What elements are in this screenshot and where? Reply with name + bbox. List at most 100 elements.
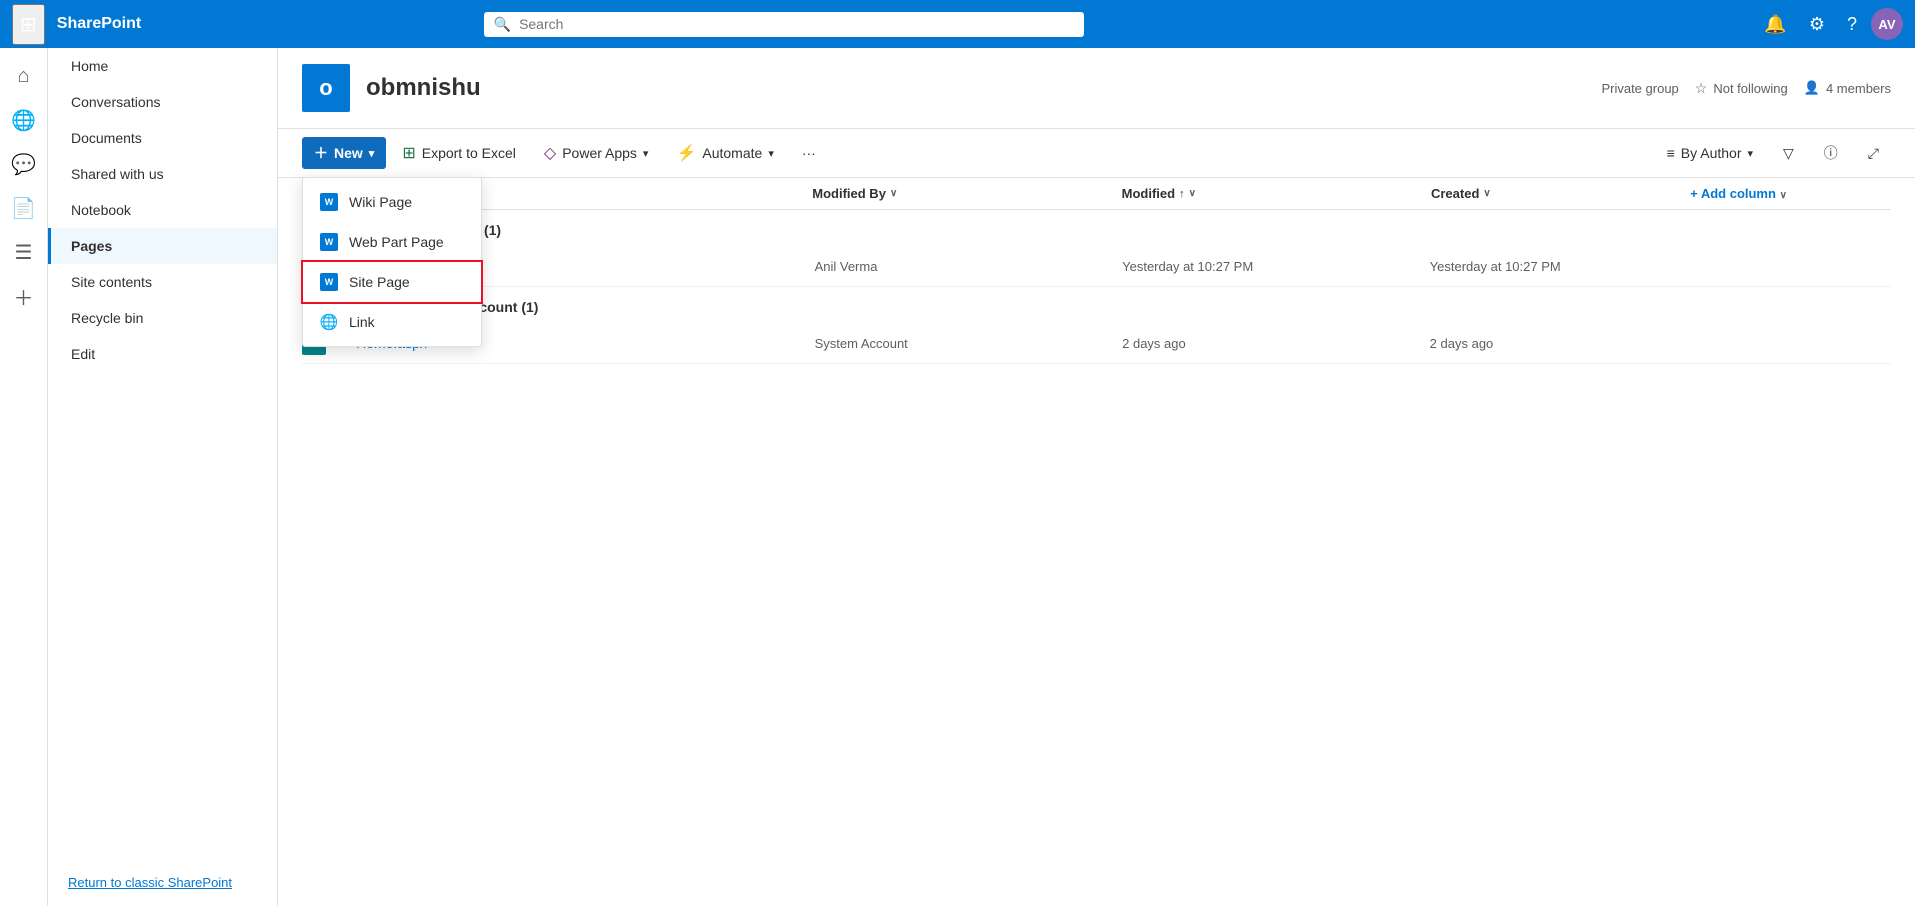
dropdown-item-link[interactable]: 🌐 Link — [303, 302, 481, 342]
sidebar-item-documents[interactable]: Documents — [48, 120, 277, 156]
search-input[interactable] — [519, 16, 1074, 32]
following-button[interactable]: ☆ Not following — [1695, 80, 1788, 97]
new-button-label: New — [334, 145, 363, 161]
list-header: Name Modified By ∨ Modified ↑ ∨ Created … — [302, 178, 1891, 210]
settings-button[interactable]: ⚙ — [1801, 8, 1833, 41]
wiki-page-icon: W — [319, 232, 339, 252]
modified-by-cell: Anil Verma — [815, 259, 1123, 274]
sidebar-item-edit[interactable]: Edit — [48, 336, 277, 372]
sidebar-item-pages[interactable]: Pages — [48, 228, 277, 264]
site-title: obmnishu — [366, 74, 481, 102]
dropdown-item-label: Site Page — [349, 274, 410, 290]
filter-icon: ▽ — [1783, 145, 1794, 162]
dropdown-item-label: Wiki Page — [349, 194, 412, 210]
avatar[interactable]: AV — [1871, 8, 1903, 40]
add-column-button[interactable]: + Add column ∨ — [1690, 186, 1891, 201]
sidebar-item-recycle-bin[interactable]: Recycle bin — [48, 300, 277, 336]
by-author-label: By Author — [1681, 145, 1742, 161]
return-classic-link[interactable]: Return to classic SharePoint — [48, 859, 277, 906]
site-header-meta: Private group ☆ Not following 👤 4 member… — [1601, 80, 1891, 97]
following-label: Not following — [1713, 81, 1787, 96]
excel-icon: ⊞ — [402, 143, 415, 163]
sidebar-item-shared-with-us[interactable]: Shared with us — [48, 156, 277, 192]
notifications-button[interactable]: 🔔 — [1756, 8, 1794, 41]
table-row: S ↗ OBM.aspx Anil Verma Yesterday at 10:… — [302, 246, 1891, 287]
members-label[interactable]: 👤 4 members — [1804, 80, 1891, 96]
automate-icon: ⚡ — [676, 143, 696, 163]
sidebar-item-notebook[interactable]: Notebook — [48, 192, 277, 228]
list-nav-icon[interactable]: ☰ — [4, 232, 44, 272]
doc-nav-icon[interactable]: 📄 — [4, 188, 44, 228]
automate-chevron-icon: ▾ — [768, 147, 774, 160]
plus-icon: ＋ — [314, 143, 328, 163]
modified-by-chevron-icon: ∨ — [890, 188, 897, 199]
sidebar-item-site-contents[interactable]: Site contents — [48, 264, 277, 300]
header-modified-by[interactable]: Modified By ∨ — [812, 186, 1113, 201]
list-area: Name Modified By ∨ Modified ↑ ∨ Created … — [278, 178, 1915, 364]
modified-by-cell: System Account — [815, 336, 1123, 351]
search-icon: 🔍 — [494, 16, 511, 33]
dropdown-item-web-part-page[interactable]: W Web Part Page — [303, 222, 481, 262]
topbar: ⊞ SharePoint 🔍 🔔 ⚙ ? AV — [0, 0, 1915, 48]
powerapps-chevron-icon: ▾ — [643, 147, 649, 160]
members-count: 4 members — [1826, 81, 1891, 96]
app-logo: SharePoint — [57, 15, 141, 33]
export-excel-button[interactable]: ⊞ Export to Excel — [390, 137, 528, 169]
modified-cell: 2 days ago — [1122, 336, 1430, 351]
waffle-button[interactable]: ⊞ — [12, 4, 45, 45]
group-header-0[interactable]: ▼Created By : Anil Verma (1) — [302, 210, 1891, 246]
add-nav-icon[interactable]: ＋ — [4, 276, 44, 316]
dropdown-item-site-page[interactable]: WSite Page — [303, 262, 481, 302]
toolbar: ＋ New ▾ ⊞ Export to Excel ◇ Power Apps ▾… — [278, 129, 1915, 178]
created-chevron-icon: ∨ — [1483, 188, 1490, 199]
sidebar-item-home[interactable]: Home — [48, 48, 277, 84]
filter-button[interactable]: ▽ — [1771, 139, 1806, 168]
info-button[interactable]: ⓘ — [1812, 137, 1850, 169]
star-icon: ☆ — [1695, 80, 1708, 97]
chat-nav-icon[interactable]: 💬 — [4, 144, 44, 184]
powerapps-icon: ◇ — [544, 143, 556, 163]
expand-button[interactable]: ⤢ — [1856, 139, 1891, 168]
search-box: 🔍 — [484, 12, 1084, 37]
new-button[interactable]: ＋ New ▾ — [302, 137, 386, 169]
add-column-label: + Add column — [1690, 186, 1776, 201]
more-button[interactable]: ··· — [790, 139, 828, 167]
globe-link-icon: 🌐 — [319, 312, 339, 332]
export-label: Export to Excel — [422, 145, 516, 161]
site-logo: o — [302, 64, 350, 112]
members-icon: 👤 — [1804, 80, 1820, 96]
group-header-1[interactable]: ▼Created By : System Account (1) — [302, 287, 1891, 323]
info-icon: ⓘ — [1824, 143, 1838, 163]
home-nav-icon[interactable]: ⌂ — [4, 56, 44, 96]
modified-sort-icon: ↑ — [1179, 188, 1185, 200]
modified-chevron-icon: ∨ — [1189, 188, 1196, 199]
header-modified[interactable]: Modified ↑ ∨ — [1122, 186, 1423, 201]
table-row: S ↗ Home.aspx System Account 2 days ago … — [302, 323, 1891, 364]
dropdown-item-wiki-page[interactable]: W Wiki Page — [303, 182, 481, 222]
by-author-chevron-icon: ▾ — [1747, 147, 1753, 160]
wiki-page-icon: W — [319, 192, 339, 212]
filter-lines-icon: ≡ — [1667, 145, 1675, 161]
main-content: o obmnishu Private group ☆ Not following… — [278, 48, 1915, 906]
header-created[interactable]: Created ∨ — [1431, 186, 1682, 201]
left-icon-nav: ⌂ 🌐 💬 📄 ☰ ＋ — [0, 48, 48, 906]
groups-container: ▼Created By : Anil Verma (1) S ↗ OBM.asp… — [302, 210, 1891, 364]
new-chevron-icon: ▾ — [369, 147, 375, 160]
powerapps-label: Power Apps — [562, 145, 637, 161]
by-author-button[interactable]: ≡ By Author ▾ — [1655, 139, 1765, 167]
topbar-actions: 🔔 ⚙ ? AV — [1756, 8, 1903, 41]
help-button[interactable]: ? — [1839, 8, 1865, 41]
dropdown-item-label: Link — [349, 314, 375, 330]
private-group-label: Private group — [1601, 81, 1678, 96]
automate-button[interactable]: ⚡ Automate ▾ — [664, 137, 785, 169]
created-cell: Yesterday at 10:27 PM — [1430, 259, 1686, 274]
created-cell: 2 days ago — [1430, 336, 1686, 351]
modified-cell: Yesterday at 10:27 PM — [1122, 259, 1430, 274]
globe-nav-icon[interactable]: 🌐 — [4, 100, 44, 140]
sidebar-item-conversations[interactable]: Conversations — [48, 84, 277, 120]
modified-by-label: Modified By — [812, 186, 886, 201]
add-column-chevron-icon: ∨ — [1780, 190, 1787, 201]
dropdown-item-label: Web Part Page — [349, 234, 444, 250]
automate-label: Automate — [702, 145, 762, 161]
powerapps-button[interactable]: ◇ Power Apps ▾ — [532, 137, 661, 169]
